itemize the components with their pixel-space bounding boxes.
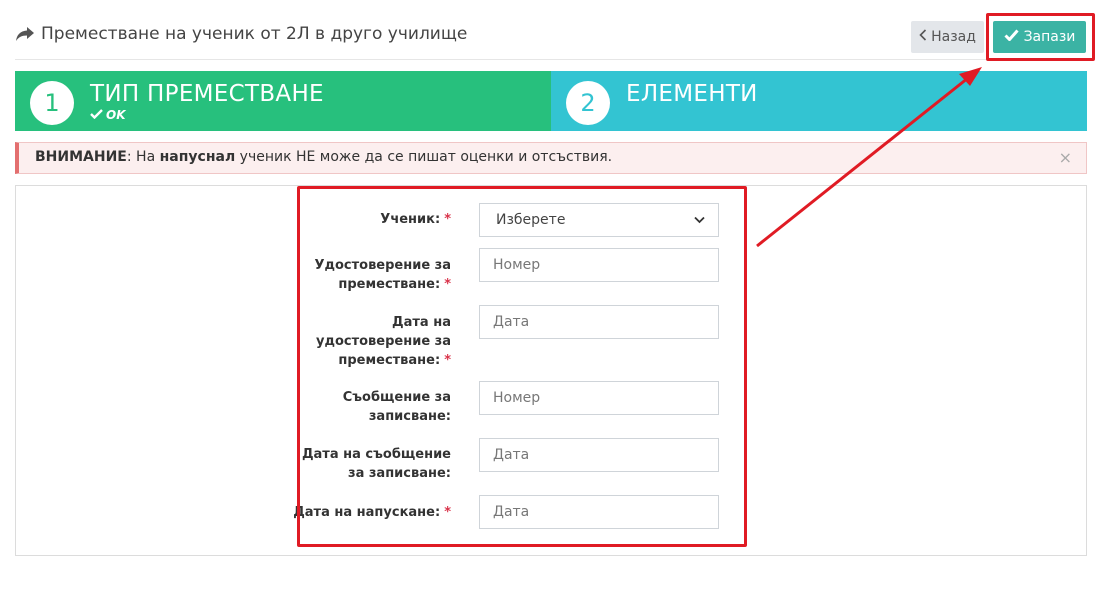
alert-prefix: ВНИМАНИЕ (35, 149, 127, 165)
step-status: OK (90, 108, 126, 122)
wizard-steps: 1 ТИП ПРЕМЕСТВАНЕ OK 2 ЕЛЕМЕНТИ (15, 71, 1087, 131)
alert-text-part1: : На (126, 149, 160, 165)
field-label-line: записване: (368, 409, 451, 424)
field-label-line: преместване: (338, 353, 441, 368)
step-number: 1 (30, 81, 74, 125)
back-button-label: Назад (931, 29, 976, 45)
field-label-line: за записване: (348, 466, 451, 481)
field-label: Дата на напускане: * (291, 503, 451, 522)
field-label-line: Удостоверение за (314, 258, 451, 273)
warning-alert: ВНИМАНИЕ: На напуснал ученик НЕ може да … (15, 142, 1087, 174)
leave-date-input[interactable]: Дата (479, 495, 719, 529)
close-icon[interactable]: × (1059, 148, 1072, 167)
check-icon (90, 108, 103, 122)
required-mark: * (444, 353, 451, 368)
page-title: Преместване на ученик от 2Л в друго учил… (15, 24, 467, 44)
enrollment-notice-input[interactable]: Номер (479, 381, 719, 415)
step-status-label: OK (106, 108, 126, 122)
student-select[interactable]: Изберете (479, 203, 719, 237)
field-label-line: Дата на съобщение (301, 447, 451, 462)
field-label: Дата на съобщение за записване: (291, 445, 451, 483)
step-title: ЕЛЕМЕНТИ (626, 81, 758, 107)
field-label: Дата на удостоверение за преместване: * (291, 313, 451, 370)
chevron-down-icon (694, 212, 705, 228)
input-placeholder: Дата (493, 314, 530, 330)
field-label: Удостоверение за преместване: * (291, 256, 451, 294)
required-mark: * (444, 505, 451, 520)
step-type[interactable]: 1 ТИП ПРЕМЕСТВАНЕ OK (15, 71, 551, 131)
chevron-left-icon (919, 29, 927, 45)
field-label-line: Дата на (392, 315, 451, 330)
check-icon (1004, 29, 1019, 45)
input-placeholder: Дата (493, 504, 530, 520)
field-label-text: Дата на напускане: (293, 505, 441, 520)
field-label: Ученик: * (291, 210, 451, 229)
required-mark: * (444, 277, 451, 292)
step-elements[interactable]: 2 ЕЛЕМЕНТИ (551, 71, 1087, 131)
page-header: Преместване на ученик от 2Л в друго учил… (15, 18, 1087, 60)
student-select-value: Изберете (496, 212, 566, 228)
form-panel: Ученик: * Изберете Удостоверение за преме… (15, 185, 1087, 556)
step-number: 2 (566, 81, 610, 125)
field-label-line: Съобщение за (342, 390, 451, 405)
required-mark: * (444, 212, 451, 227)
alert-text-part2: ученик НЕ може да се пишат оценки и отсъ… (235, 149, 613, 165)
share-arrow-icon (15, 26, 35, 42)
transfer-certificate-input[interactable]: Номер (479, 248, 719, 282)
field-label: Съобщение за записване: (291, 388, 451, 426)
input-placeholder: Номер (493, 257, 541, 273)
input-placeholder: Номер (493, 390, 541, 406)
certificate-date-input[interactable]: Дата (479, 305, 719, 339)
input-placeholder: Дата (493, 447, 530, 463)
back-button[interactable]: Назад (911, 21, 984, 53)
page-title-text: Преместване на ученик от 2Л в друго учил… (41, 24, 468, 44)
save-button-label: Запази (1023, 29, 1076, 45)
enrollment-notice-date-input[interactable]: Дата (479, 438, 719, 472)
step-title: ТИП ПРЕМЕСТВАНЕ (90, 81, 324, 107)
save-button[interactable]: Запази (993, 21, 1086, 53)
field-label-text: Ученик: (380, 212, 441, 227)
field-label-line: преместване: (338, 277, 441, 292)
alert-emphasis: напуснал (159, 149, 236, 165)
field-label-line: удостоверение за (315, 334, 451, 349)
